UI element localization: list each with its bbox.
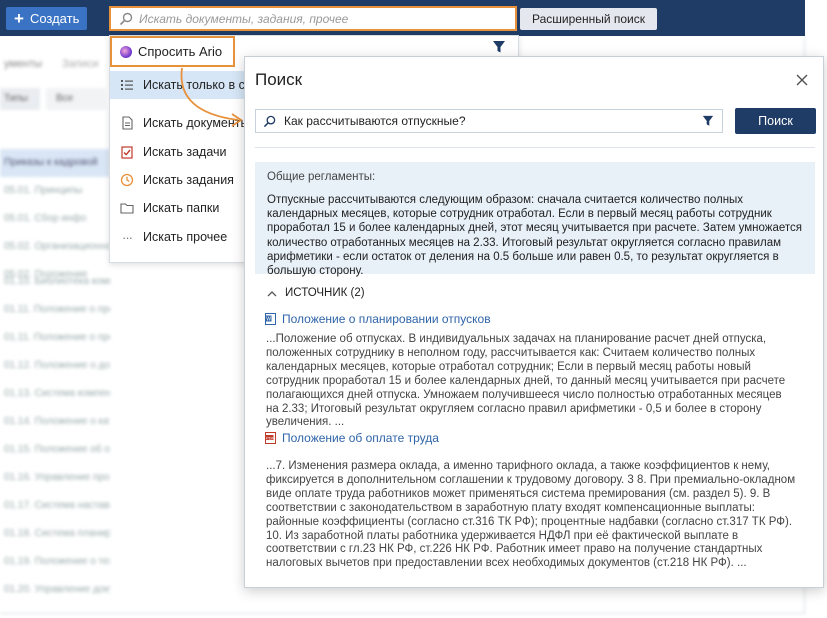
background-row[interactable]: 01.19. Положение о технологических	[0, 548, 110, 576]
source-snippet-2: ...7. Изменения размера оклада, а именно…	[266, 460, 796, 570]
source-title: Положение о планировании отпусков	[282, 312, 491, 326]
menu-item-search-tasks[interactable]: Искать задачи	[110, 138, 250, 166]
search-button[interactable]: Поиск	[735, 108, 816, 134]
background-row[interactable]: 01.15. Положение об отпусках	[0, 436, 110, 464]
menu-item-search-other[interactable]: ··· Искать прочее	[110, 223, 250, 251]
dialog-search-query: Как рассчитываются отпускные?	[284, 114, 466, 128]
word-document-icon: W	[265, 313, 276, 325]
menu-item-label: Искать задачи	[143, 145, 227, 159]
menu-item-search-folders[interactable]: Искать папки	[110, 194, 250, 222]
clock-icon	[120, 173, 134, 187]
background-row[interactable]: 01.11. Положение о премировании	[0, 324, 110, 352]
source-link-2[interactable]: PDF Положение об оплате труда	[265, 431, 439, 445]
ask-ario-label: Спросить Ario	[138, 44, 223, 59]
menu-item-label: Искать документы	[143, 116, 250, 130]
background-row[interactable]: 01.14. Положение о категориях	[0, 408, 110, 436]
dialog-title: Поиск	[255, 70, 303, 89]
global-search-placeholder: Искать документы, задания, прочее	[139, 11, 349, 26]
source-title: Положение об оплате труда	[282, 431, 439, 445]
chevron-up-icon	[267, 290, 277, 296]
background-row[interactable]: 05.01. Принципы	[0, 177, 110, 205]
ario-logo-icon	[120, 45, 132, 58]
source-snippet-1: ...Положение об отпусках. В индивидуальн…	[266, 333, 786, 429]
background-row[interactable]: 01.11. Положение о премировании	[0, 296, 110, 324]
filter-icon[interactable]	[492, 40, 506, 54]
menu-item-label: Искать только в сп	[143, 78, 250, 92]
background-header: ументы	[4, 58, 43, 70]
plus-icon: +	[14, 9, 24, 28]
background-row[interactable]: 01.16. Управление проектами	[0, 464, 110, 492]
more-icon: ···	[122, 229, 133, 245]
close-icon[interactable]	[795, 73, 809, 87]
sources-label: ИСТОЧНИК (2)	[285, 287, 365, 299]
background-row[interactable]: 01.20. Управление документами	[0, 576, 110, 604]
advanced-search-button[interactable]: Расширенный поиск	[520, 8, 657, 30]
ask-ario-button[interactable]: Спросить Ario	[110, 36, 235, 67]
answer-header: Общие регламенты:	[267, 171, 376, 183]
search-icon	[263, 115, 276, 127]
dialog-search-input[interactable]: Как рассчитываются отпускные?	[255, 109, 723, 133]
document-icon	[122, 116, 133, 130]
pdf-document-icon: PDF	[265, 432, 276, 444]
background-row[interactable]: Приказы к кадровой	[0, 149, 110, 177]
menu-item-label: Искать папки	[143, 201, 220, 215]
create-button[interactable]: + Создать	[6, 7, 87, 30]
menu-item-search-documents[interactable]: Искать документы	[110, 109, 250, 137]
task-icon	[121, 146, 133, 159]
menu-item-label: Искать задания	[143, 173, 234, 187]
top-bar: + Создать Искать документы, задания, про…	[0, 0, 805, 36]
svg-text:W: W	[266, 317, 271, 323]
ai-answer-panel: Общие регламенты: Отпускные рассчитывают…	[255, 162, 815, 277]
svg-text:PDF: PDF	[266, 435, 275, 440]
app-window: ументы Записи Типы Все Приказы к кадрово…	[0, 0, 827, 618]
sources-toggle[interactable]: ИСТОЧНИК (2)	[267, 287, 365, 299]
folder-icon	[120, 203, 134, 214]
background-tab-all[interactable]: Все	[46, 88, 106, 110]
answer-text: Отпускные рассчитываются следующим образ…	[267, 194, 802, 278]
menu-item-label: Искать прочее	[143, 230, 228, 244]
search-dialog: Поиск Как рассчитываются отпускные? Поис…	[244, 56, 824, 588]
create-button-label: Создать	[29, 11, 80, 26]
search-icon	[119, 12, 133, 25]
background-row[interactable]: 01.18. Система планирования	[0, 520, 110, 548]
background-row[interactable]: 05.02. Организационная	[0, 233, 110, 261]
source-link-1[interactable]: W Положение о планировании отпусков	[265, 312, 491, 326]
divider	[255, 147, 815, 148]
background-row[interactable]: 05.01. Сбор инфо	[0, 205, 110, 233]
menu-item-search-in-list[interactable]: Искать только в сп	[110, 71, 250, 99]
background-tab-types[interactable]: Типы	[0, 88, 40, 110]
global-search-input[interactable]: Искать документы, задания, прочее	[109, 6, 517, 31]
list-icon	[121, 80, 133, 90]
background-row[interactable]: 01.17. Система наставничества	[0, 492, 110, 520]
background-header-secondary: Записи	[62, 58, 99, 70]
background-row[interactable]: 01.13. Система компенсаций	[0, 380, 110, 408]
filter-icon[interactable]	[702, 115, 714, 127]
background-row[interactable]: 01.10. Библиотека компании Directum	[0, 268, 110, 296]
menu-item-search-assignments[interactable]: Искать задания	[110, 166, 250, 194]
background-row[interactable]: 01.12. Положение о дополнительных	[0, 352, 110, 380]
